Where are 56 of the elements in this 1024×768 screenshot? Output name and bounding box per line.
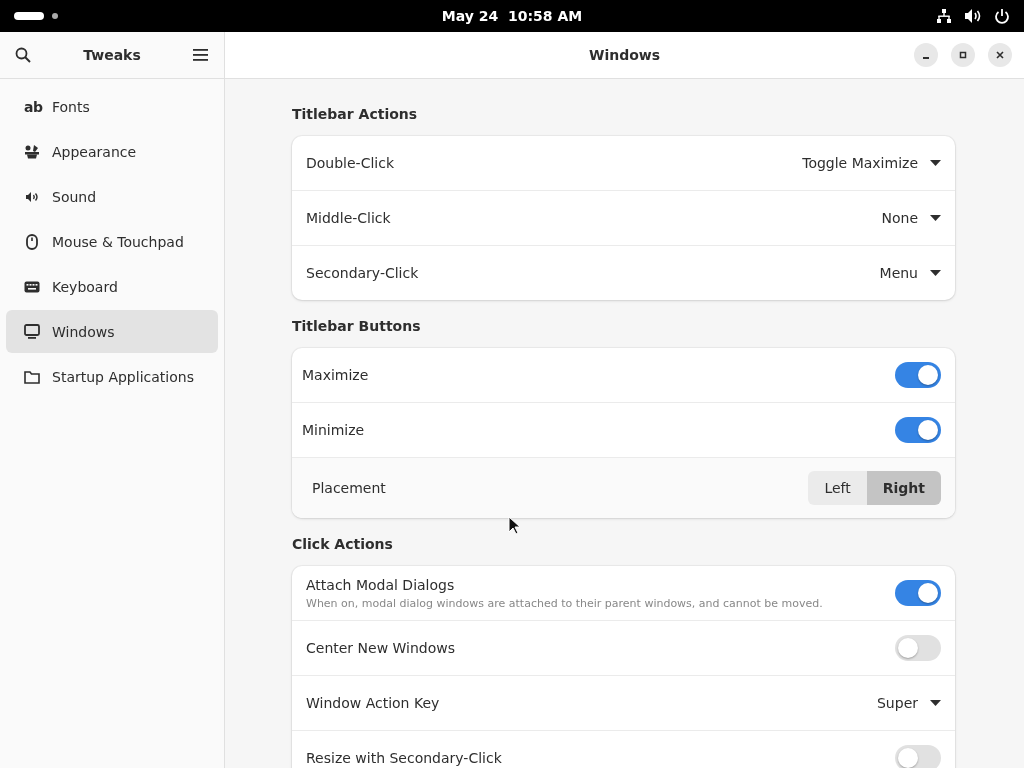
sidebar-item[interactable]: Sound: [6, 175, 218, 218]
toggle-switch[interactable]: [895, 580, 941, 606]
menu-icon: [193, 48, 209, 62]
caret-icon: [930, 700, 941, 706]
toggle-switch[interactable]: [895, 362, 941, 388]
toggle-switch[interactable]: [895, 745, 941, 768]
row-label: Maximize: [302, 367, 369, 383]
paint-tools-icon: [24, 143, 40, 160]
segment-button[interactable]: Right: [866, 471, 941, 505]
sidebar-title: Tweaks: [83, 47, 141, 63]
minimize-icon: [923, 57, 929, 59]
section-heading: Titlebar Buttons: [292, 318, 422, 334]
section-heading: Click Actions: [292, 536, 394, 552]
segment-button[interactable]: Left: [808, 471, 867, 505]
row-description: When on, modal dialog windows are attached to their parent windows, and cannot be moved.: [306, 596, 823, 610]
row-label: Placement: [312, 480, 386, 496]
sidebar-item[interactable]: Mouse & Touchpad: [6, 220, 218, 263]
section-heading: Titlebar Actions: [292, 106, 419, 122]
row-label: Center New Windows: [306, 640, 456, 656]
row-label: Window Action Key: [306, 695, 440, 711]
sidebar-item[interactable]: Appearance: [6, 130, 218, 173]
dropdown[interactable]: Super: [877, 695, 941, 711]
keyboard-icon: [24, 280, 40, 293]
search-icon: [15, 47, 31, 63]
row-label: Secondary-Click: [306, 265, 419, 281]
window-title: Windows: [588, 47, 661, 63]
sidebar-item[interactable]: Startup Applications: [6, 355, 218, 398]
mouse-icon: [24, 233, 40, 250]
workspace-dot-icon[interactable]: [52, 13, 58, 19]
caret-icon: [930, 160, 941, 166]
sidebar-item[interactable]: Windows: [6, 310, 218, 353]
maximize-icon: [958, 50, 968, 60]
clock[interactable]: May 24 10:58 AM: [441, 8, 583, 24]
maximize-button[interactable]: [951, 43, 975, 67]
monitor-icon: [24, 323, 40, 340]
row-label: Attach Modal Dialogs: [306, 576, 456, 593]
dropdown[interactable]: None: [881, 210, 941, 226]
activities-icon[interactable]: [14, 12, 44, 20]
dropdown[interactable]: Toggle Maximize: [802, 155, 941, 171]
power-icon[interactable]: [994, 8, 1010, 24]
row-label: Double-Click: [306, 155, 395, 171]
close-icon: [995, 50, 1005, 60]
caret-icon: [930, 215, 941, 221]
toggle-switch[interactable]: [895, 635, 941, 661]
folder-icon: [24, 369, 40, 384]
toggle-switch[interactable]: [895, 417, 941, 443]
close-button[interactable]: [988, 43, 1012, 67]
network-icon[interactable]: [936, 8, 952, 24]
sidebar-item[interactable]: Keyboard: [6, 265, 218, 308]
row-label: Middle-Click: [306, 210, 391, 226]
caret-icon: [930, 270, 941, 276]
volume-icon[interactable]: [964, 8, 982, 24]
row-label: Minimize: [302, 422, 365, 438]
dropdown[interactable]: Menu: [879, 265, 941, 281]
row-label: Resize with Secondary-Click: [306, 750, 502, 766]
sidebar-item[interactable]: ab Fonts: [6, 85, 218, 128]
